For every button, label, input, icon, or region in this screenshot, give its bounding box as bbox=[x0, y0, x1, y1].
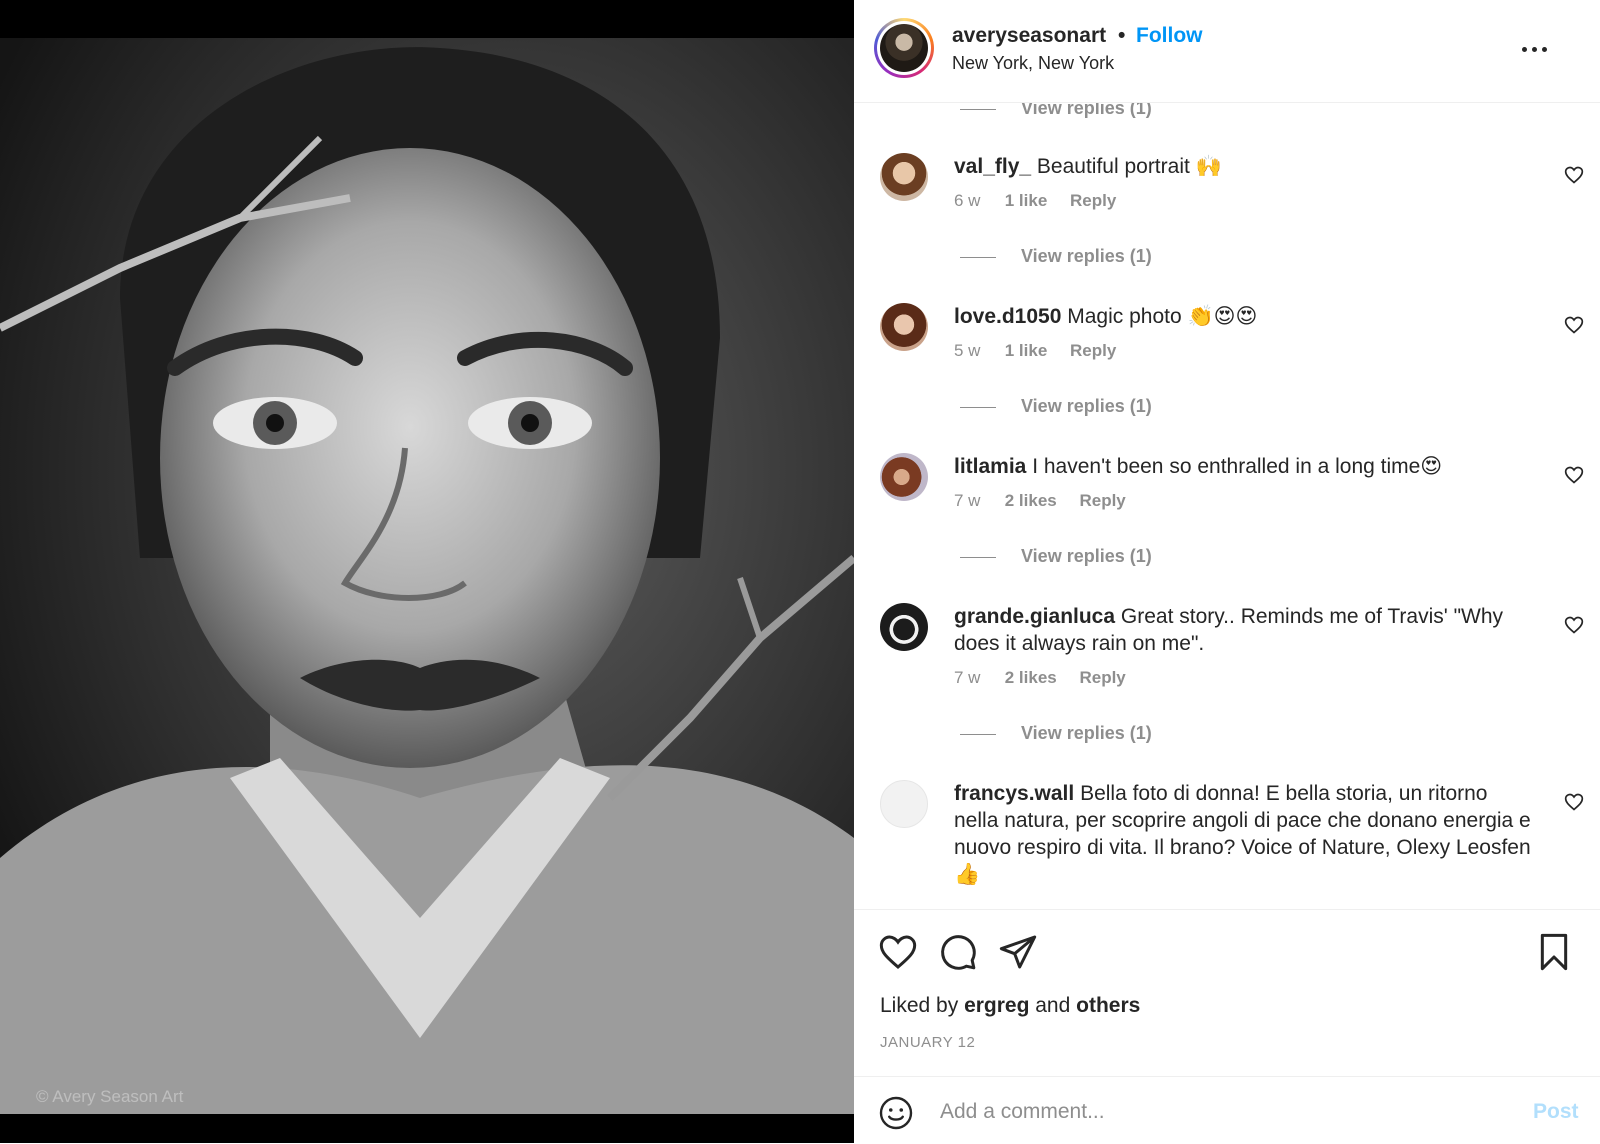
comment-likes[interactable]: 2 likes bbox=[1005, 668, 1057, 687]
comment-likes[interactable]: 1 like bbox=[1005, 191, 1048, 210]
comment-content: I haven't been so enthralled in a long t… bbox=[1026, 455, 1443, 478]
view-replies-link[interactable]: View replies (1) bbox=[854, 395, 1600, 419]
reply-button[interactable]: Reply bbox=[1070, 341, 1116, 360]
comment-icon[interactable] bbox=[938, 932, 978, 972]
view-replies-link[interactable]: View replies (1) bbox=[854, 245, 1600, 269]
reply-button[interactable]: Reply bbox=[1079, 491, 1125, 510]
liked-by-user[interactable]: ergreg bbox=[964, 994, 1029, 1017]
author-username[interactable]: averyseasonart bbox=[952, 24, 1106, 48]
commenter-avatar[interactable] bbox=[880, 303, 928, 351]
comment-input[interactable] bbox=[938, 1093, 1502, 1131]
liked-by-text: Liked by ergreg and others bbox=[880, 994, 1140, 1018]
replies-line bbox=[960, 734, 996, 735]
like-comment-heart-icon[interactable] bbox=[1564, 465, 1584, 485]
comment-time: 7 w bbox=[954, 491, 981, 510]
comment-text: grande.gianluca Great story.. Reminds me… bbox=[954, 603, 1534, 657]
commenter-avatar[interactable] bbox=[880, 603, 928, 651]
follow-button[interactable]: Follow bbox=[1136, 24, 1203, 48]
replies-line bbox=[960, 407, 996, 408]
comment-meta: 5 w 1 like Reply bbox=[954, 341, 1116, 361]
bookmark-icon[interactable] bbox=[1534, 932, 1574, 972]
commenter-username[interactable]: val_fly_ bbox=[954, 155, 1031, 178]
replies-line bbox=[960, 257, 996, 258]
header-separator: • bbox=[1118, 24, 1126, 47]
comment-time: 5 w bbox=[954, 341, 981, 360]
post-comment-button[interactable]: Post bbox=[1533, 1100, 1579, 1124]
comment-content: Magic photo 👏😍😍 bbox=[1061, 305, 1258, 328]
comment-text: love.d1050 Magic photo 👏😍😍 bbox=[954, 303, 1534, 330]
view-replies-label: View replies (1) bbox=[1021, 396, 1152, 416]
comment-content: Beautiful portrait 🙌 bbox=[1031, 155, 1222, 178]
add-comment-bar: Post bbox=[854, 1076, 1600, 1144]
view-replies-link[interactable]: View replies (1) bbox=[854, 545, 1600, 569]
author-avatar bbox=[880, 24, 928, 72]
comments-list[interactable]: View replies (1) val_fly_ Beautiful port… bbox=[854, 103, 1600, 909]
view-replies-link[interactable]: View replies (1) bbox=[854, 722, 1600, 746]
replies-line bbox=[960, 557, 996, 558]
commenter-avatar[interactable] bbox=[880, 780, 928, 828]
liked-by-prefix: Liked by bbox=[880, 994, 965, 1017]
view-replies-label: View replies (1) bbox=[1021, 246, 1152, 266]
comment-meta: 6 w 1 like Reply bbox=[954, 191, 1116, 211]
like-comment-heart-icon[interactable] bbox=[1564, 615, 1584, 635]
portrait-image bbox=[0, 38, 854, 1114]
post-date[interactable]: JANUARY 12 bbox=[880, 1034, 975, 1051]
comment-time: 6 w bbox=[954, 191, 981, 210]
replies-line bbox=[960, 109, 996, 110]
comment-text: litlamia I haven't been so enthralled in… bbox=[954, 453, 1534, 480]
like-comment-heart-icon[interactable] bbox=[1564, 315, 1584, 335]
author-avatar-story-ring[interactable] bbox=[874, 18, 934, 78]
commenter-avatar[interactable] bbox=[880, 453, 928, 501]
commenter-avatar[interactable] bbox=[880, 153, 928, 201]
instagram-post-view: © Avery Season Art averyseasonart • Foll… bbox=[0, 0, 1600, 1143]
post-header: averyseasonart • Follow New York, New Yo… bbox=[854, 0, 1600, 103]
post-photo[interactable] bbox=[0, 38, 854, 1114]
liked-by-others[interactable]: others bbox=[1076, 994, 1140, 1017]
comment-text: val_fly_ Beautiful portrait 🙌 bbox=[954, 153, 1534, 180]
more-horizontal-icon[interactable] bbox=[1518, 32, 1550, 64]
reply-button[interactable]: Reply bbox=[1079, 668, 1125, 687]
author-avatar-frame bbox=[877, 21, 931, 75]
emoji-icon[interactable] bbox=[878, 1095, 914, 1131]
comment-likes[interactable]: 1 like bbox=[1005, 341, 1048, 360]
commenter-username[interactable]: litlamia bbox=[954, 455, 1026, 478]
comment-likes[interactable]: 2 likes bbox=[1005, 491, 1057, 510]
reply-button[interactable]: Reply bbox=[1070, 191, 1116, 210]
liked-by-and: and bbox=[1029, 994, 1077, 1017]
post-actions: Liked by ergreg and others JANUARY 12 bbox=[854, 909, 1600, 1076]
comment-meta: 7 w 2 likes Reply bbox=[954, 668, 1126, 688]
comment-text: francys.wall Bella foto di donna! E bell… bbox=[954, 780, 1534, 888]
view-replies-label: View replies (1) bbox=[1021, 103, 1152, 118]
like-comment-heart-icon[interactable] bbox=[1564, 792, 1584, 812]
photo-watermark: © Avery Season Art bbox=[36, 1087, 184, 1106]
comment-time: 7 w bbox=[954, 668, 981, 687]
commenter-username[interactable]: love.d1050 bbox=[954, 305, 1061, 328]
like-comment-heart-icon[interactable] bbox=[1564, 165, 1584, 185]
post-side-panel: averyseasonart • Follow New York, New Yo… bbox=[854, 0, 1600, 1143]
heart-icon[interactable] bbox=[878, 932, 918, 972]
commenter-username[interactable]: grande.gianluca bbox=[954, 605, 1115, 628]
post-photo-panel: © Avery Season Art bbox=[0, 0, 854, 1143]
share-icon[interactable] bbox=[998, 932, 1038, 972]
commenter-username[interactable]: francys.wall bbox=[954, 782, 1074, 805]
view-replies-link[interactable]: View replies (1) bbox=[854, 103, 1600, 121]
comment-meta: 7 w 2 likes Reply bbox=[954, 491, 1126, 511]
post-location[interactable]: New York, New York bbox=[952, 53, 1114, 74]
view-replies-label: View replies (1) bbox=[1021, 723, 1152, 743]
view-replies-label: View replies (1) bbox=[1021, 546, 1152, 566]
